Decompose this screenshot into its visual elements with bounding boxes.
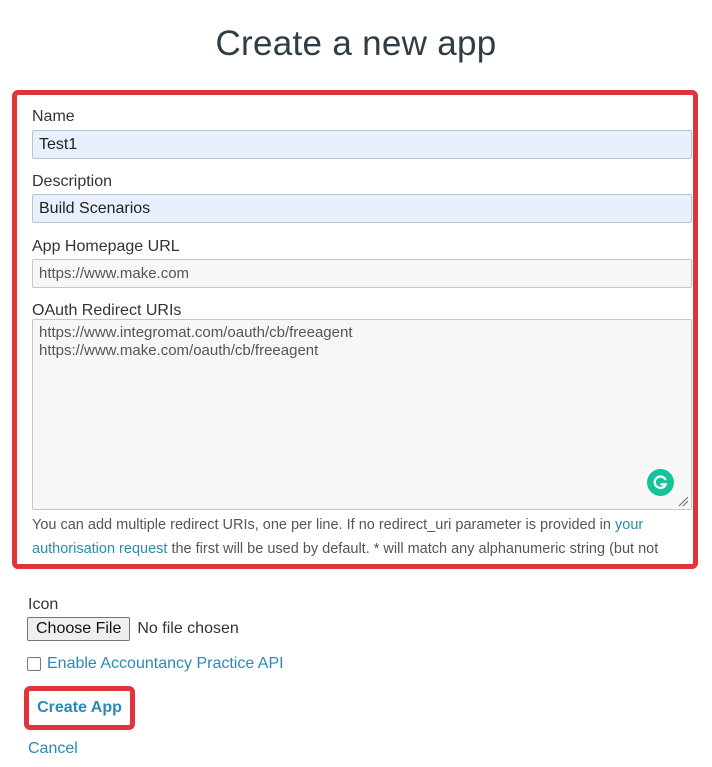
accountancy-option: Enable Accountancy Practice API — [27, 655, 284, 673]
file-picker: Choose File No file chosen — [27, 617, 239, 641]
choose-file-button[interactable]: Choose File — [27, 617, 131, 641]
redirect-uris-textarea[interactable]: https://www.integromat.com/oauth/cb/free… — [32, 319, 692, 510]
create-app-button[interactable]: Create App — [37, 699, 122, 717]
accountancy-label[interactable]: Enable Accountancy Practice API — [47, 655, 284, 673]
page-title: Create a new app — [215, 24, 497, 63]
redirect-uris-label: OAuth Redirect URIs — [32, 302, 182, 319]
cancel-link[interactable]: Cancel — [28, 740, 78, 758]
file-status-text: No file chosen — [137, 620, 239, 637]
homepage-url-label: App Homepage URL — [32, 238, 180, 255]
redirect-help-text: You can add multiple redirect URIs, one … — [32, 513, 682, 564]
help-text-pre: You can add multiple redirect URIs, one … — [32, 517, 615, 533]
resize-grip-icon[interactable] — [677, 495, 689, 507]
create-app-highlight: Create App — [24, 686, 135, 730]
name-input[interactable] — [32, 130, 692, 159]
icon-label: Icon — [28, 596, 59, 613]
name-label: Name — [32, 108, 75, 125]
form-highlight-box: Name Description App Homepage URL OAuth … — [12, 90, 698, 569]
description-input[interactable] — [32, 194, 692, 223]
accountancy-checkbox[interactable] — [27, 657, 41, 671]
homepage-url-input[interactable] — [32, 259, 692, 288]
description-label: Description — [32, 173, 113, 190]
grammarly-icon[interactable] — [647, 469, 674, 496]
